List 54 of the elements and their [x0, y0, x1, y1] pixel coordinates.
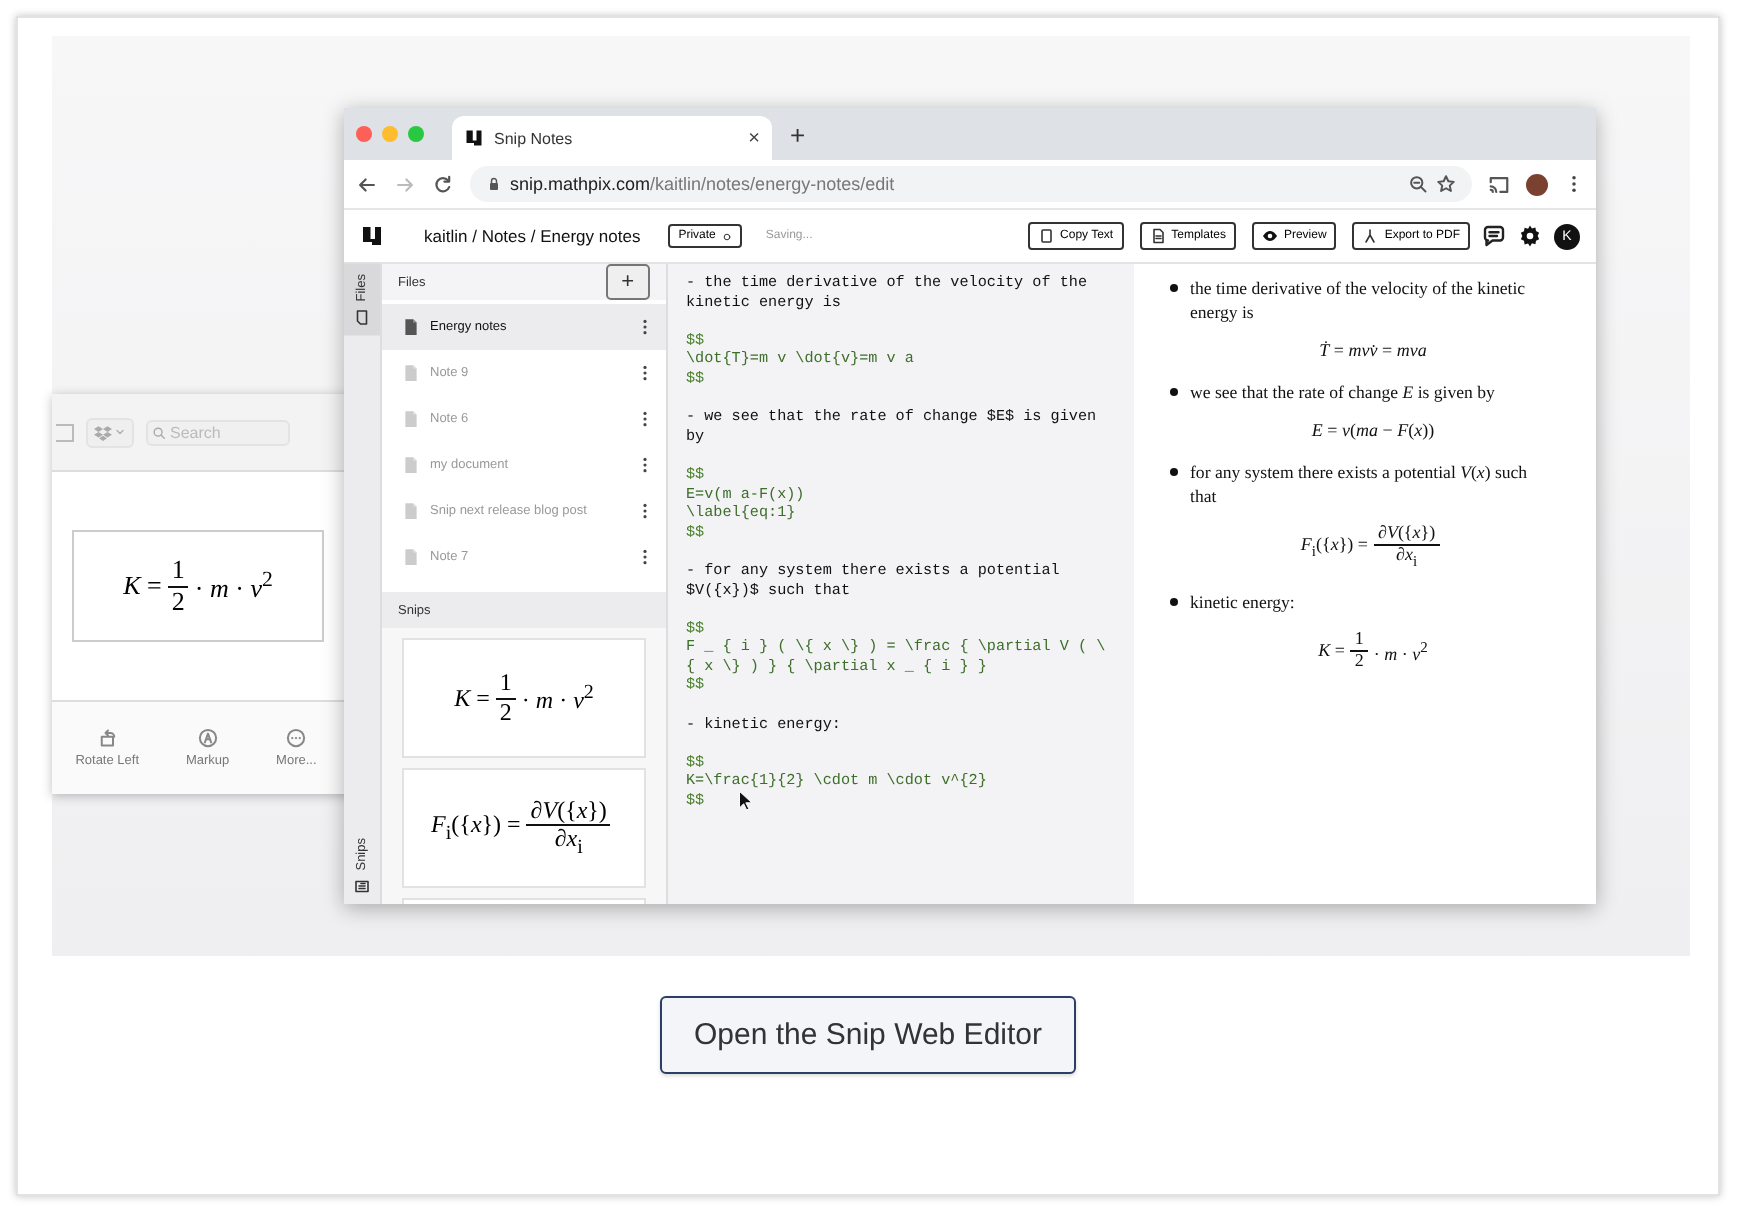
chevron-down-icon — [114, 426, 126, 438]
open-editor-button[interactable]: Open the Snip Web Editor — [660, 996, 1076, 1074]
bullet-text: for any system there exists a potential V(x) such that — [1190, 460, 1530, 508]
eye-icon — [1261, 228, 1278, 244]
bullet-text: we see that the rate of change E is given by — [1190, 380, 1497, 404]
url-text: snip.mathpix.com/kaitlin/notes/energy-notes/edit — [510, 174, 895, 194]
bullet-text: kinetic energy: — [1190, 589, 1297, 614]
cast-icon[interactable] — [1488, 173, 1510, 195]
file-icon — [402, 318, 420, 336]
math-formula: F$_{i}$({x}) = ∂V({x}) ∂x$_{i}$ — [431, 797, 613, 859]
logo-icon[interactable] — [360, 224, 384, 248]
lock-icon — [486, 176, 502, 192]
math-formula: E = v(ma − F(x)) — [1311, 420, 1435, 440]
copy-icon — [1038, 228, 1055, 244]
math-formula: F$_{i}$({x}) = ∂V({x}) ∂x$_{i}$ — [1300, 524, 1442, 570]
reload-icon[interactable] — [432, 173, 454, 195]
logo-icon — [464, 128, 484, 148]
address-bar[interactable]: snip.mathpix.com/kaitlin/notes/energy-notes/edit — [470, 166, 1472, 202]
chat-icon[interactable] — [1482, 224, 1506, 248]
rotate-icon — [97, 728, 118, 748]
profile-avatar[interactable] — [1526, 173, 1548, 195]
file-icon — [402, 456, 420, 474]
bullet-icon — [1170, 597, 1178, 606]
file-icon — [402, 410, 420, 428]
new-tab-button[interactable]: + — [784, 119, 812, 149]
dropbox-icon — [94, 423, 112, 441]
star-icon[interactable] — [1436, 174, 1456, 194]
sidebar-toggle[interactable] — [56, 423, 74, 441]
code-editor[interactable] — [668, 264, 1134, 904]
breadcrumb: kaitlin / Notes / Energy notes — [424, 226, 641, 246]
search-icon — [152, 425, 166, 439]
bullet-icon — [1170, 388, 1178, 396]
file-icon — [402, 502, 420, 520]
file-icon — [402, 364, 420, 382]
document-icon — [1149, 228, 1166, 244]
tab-close-button[interactable]: × — [748, 127, 760, 149]
bullet-text: the time derivative of the velocity of the kinetic energy is — [1190, 276, 1528, 324]
math-formula: Ṫ = mvv̇ = mva — [1319, 340, 1427, 360]
pdf-icon — [1362, 228, 1379, 244]
zoom-icon[interactable] — [1408, 174, 1428, 194]
mouse-pointer-icon — [734, 790, 756, 812]
file-icon — [402, 548, 420, 566]
snip-icon — [354, 878, 370, 894]
add-file-button[interactable]: + — [605, 264, 650, 300]
back-icon[interactable] — [356, 173, 378, 195]
file-icon — [354, 309, 370, 326]
more-icon — [286, 728, 307, 748]
bullet-icon — [1170, 468, 1178, 476]
caret-icon — [721, 231, 732, 241]
browser-tab[interactable]: Snip Notes × — [452, 116, 772, 160]
bullet-icon — [1170, 284, 1178, 292]
snip-card[interactable]: F$_{i}$({x}) = ∂V({x}) ∂x$_{i}$ — [402, 768, 646, 888]
markup-icon — [197, 728, 218, 748]
settings-icon[interactable] — [1518, 224, 1542, 248]
